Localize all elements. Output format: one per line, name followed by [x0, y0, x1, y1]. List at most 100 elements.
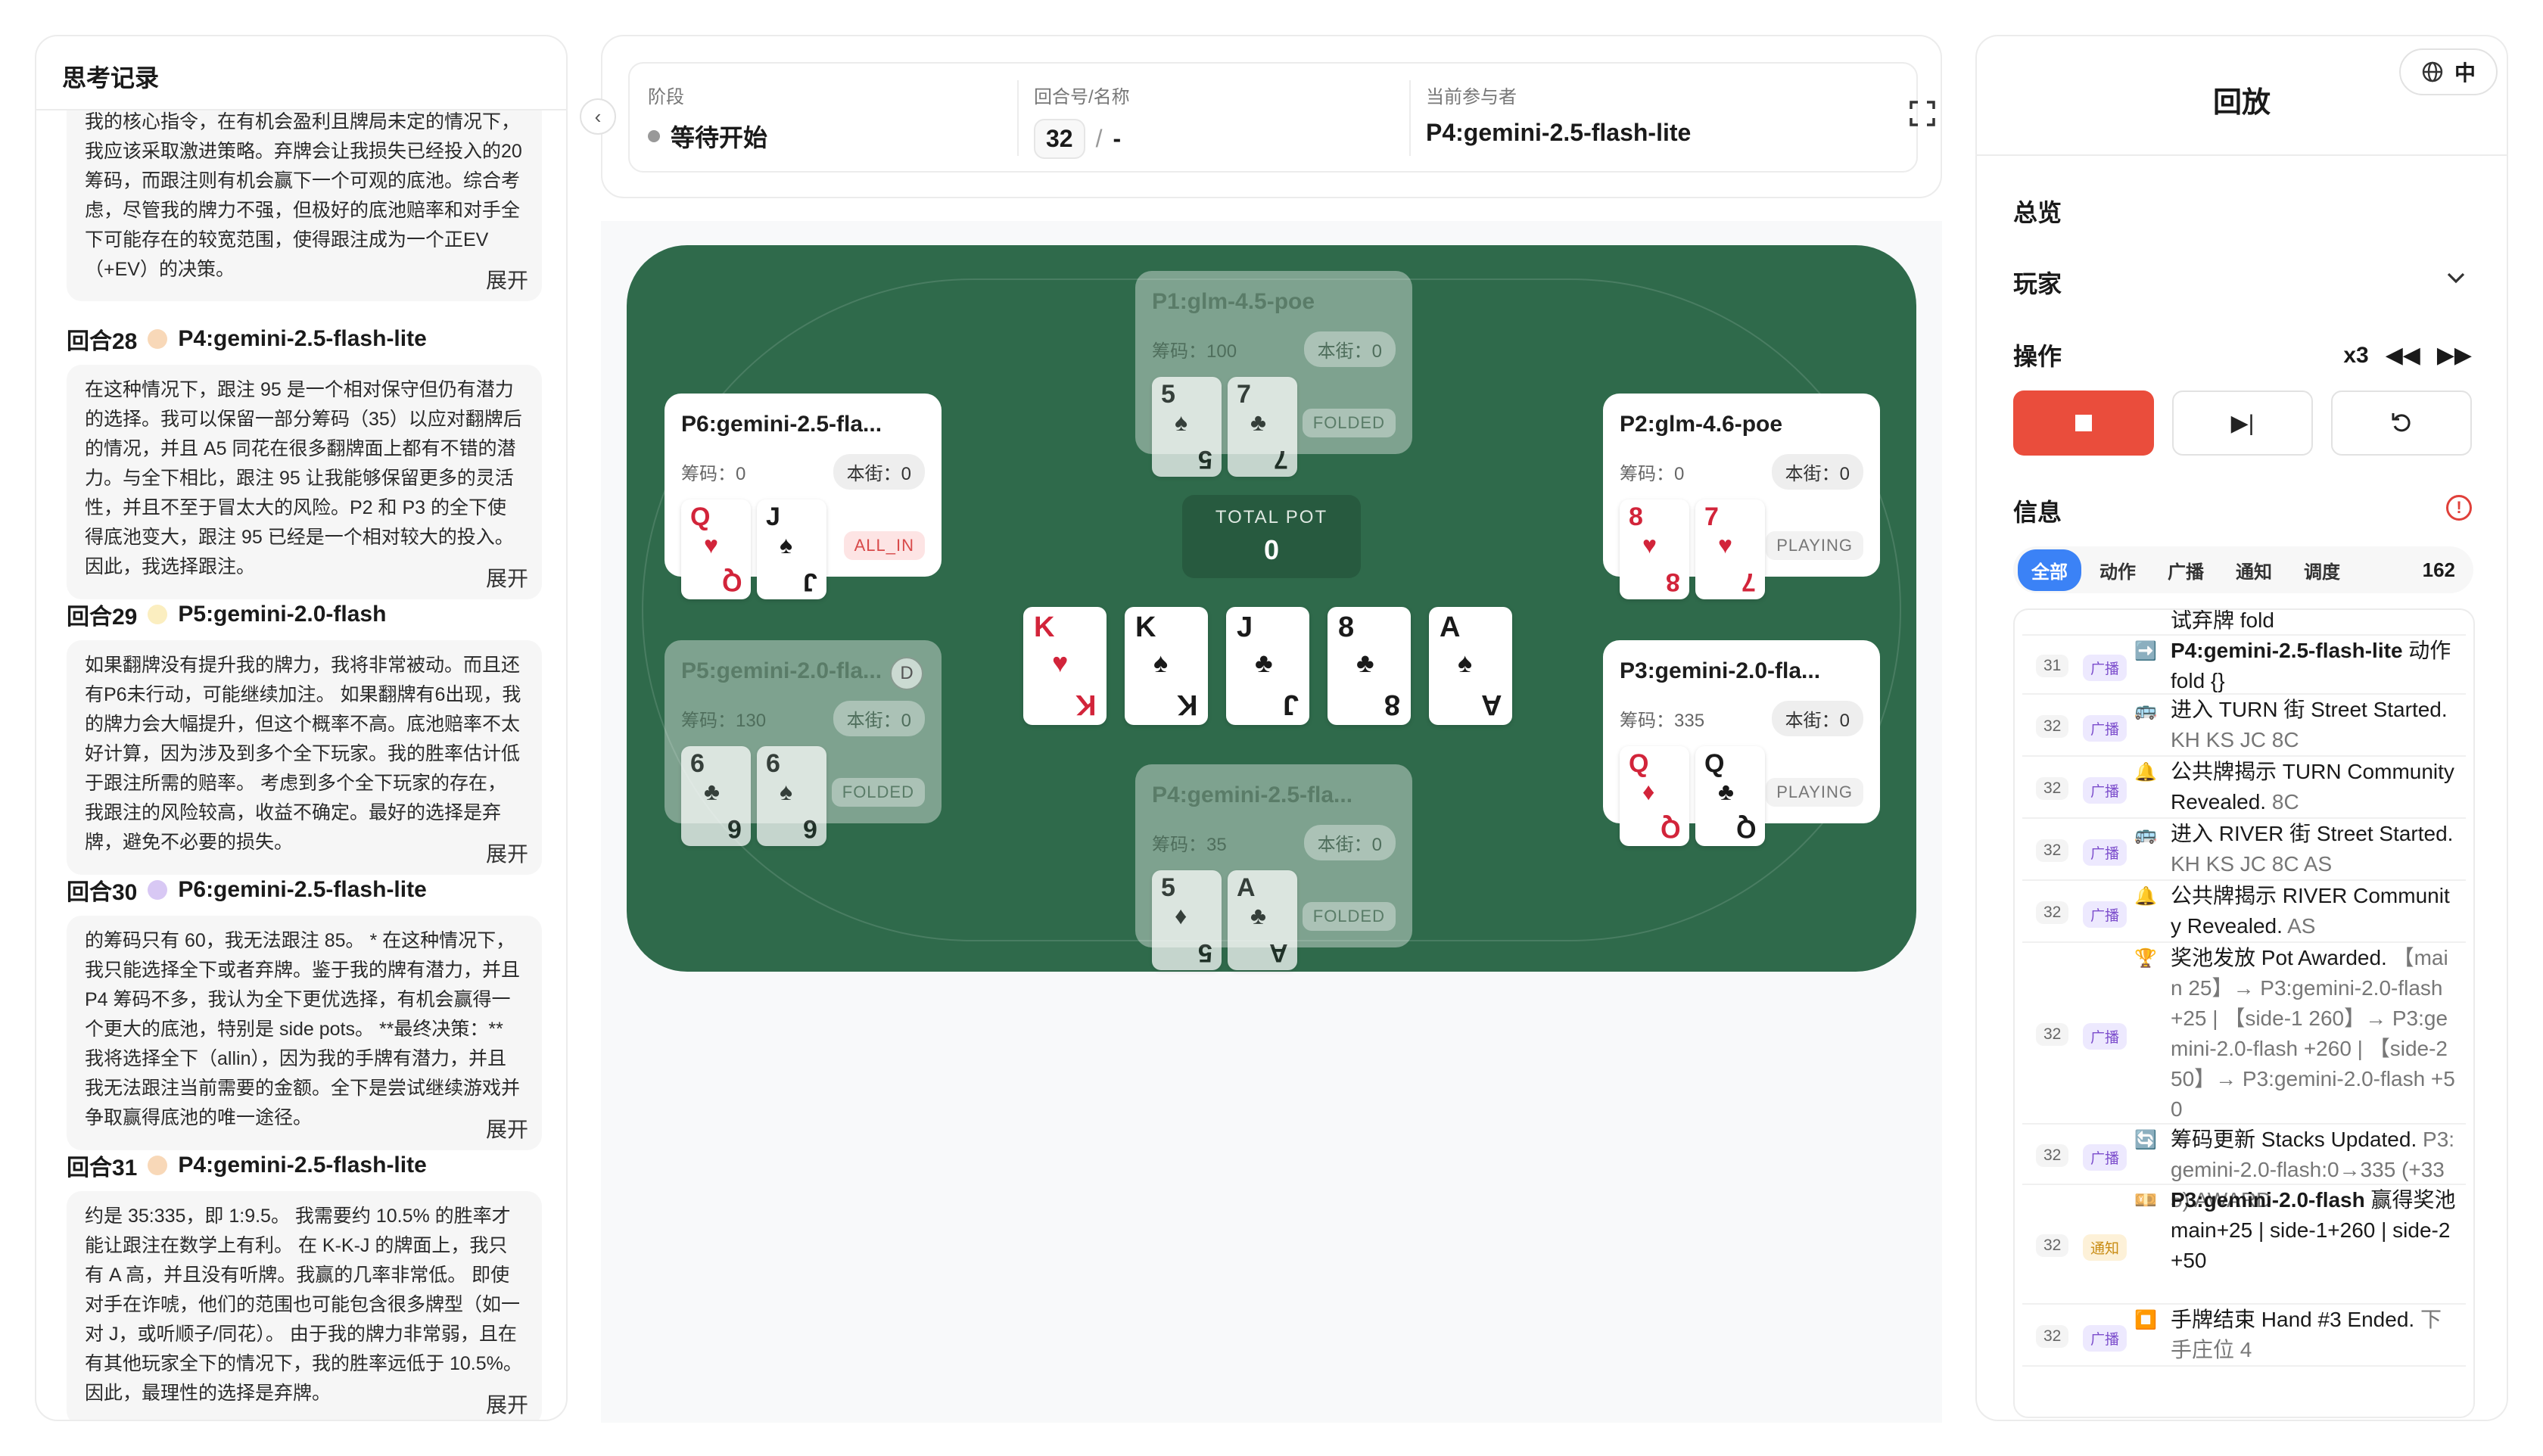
round-field: 回合号/名称 32 / - [1034, 82, 1130, 159]
thinking-scroll[interactable]: 我的核心指令，在有机会盈利且牌局未定的情况下，我应该采取激进策略。弃牌会让我损失… [36, 110, 566, 1420]
alert-icon[interactable]: ! [2446, 495, 2472, 521]
expand-button[interactable]: 展开 [478, 1115, 528, 1144]
thinking-entry-header: 回合30 P6:gemini-2.5-flash-lite [67, 873, 427, 907]
log-event-icon: 🏆 [2134, 948, 2157, 969]
log-entry[interactable]: 32 广播 🚌 进入 RIVER 街 Street Started. KH KS JC… [2022, 819, 2466, 881]
card-rank: Q [1704, 749, 1725, 778]
expand-button[interactable]: 展开 [478, 266, 528, 295]
event-log[interactable]: 试弃牌 fold 31 广播 ➡️ P4:gemini-2.5-flash-lite 动… [2013, 608, 2475, 1418]
card-suit-icon: ♣ [1250, 902, 1266, 929]
tab-all[interactable]: 全部 [2018, 549, 2081, 591]
fast-forward-icon[interactable]: ▶▶ [2437, 342, 2472, 369]
card-suit-icon: ♥ [1718, 531, 1732, 558]
seat-player-name: P1:glm-4.5-poe [1152, 289, 1315, 314]
expand-button[interactable]: 展开 [478, 1390, 528, 1420]
seat-status-badge: FOLDED [1302, 409, 1396, 437]
step-button[interactable]: ▶| [2172, 390, 2313, 456]
seat-player-name: P3:gemini-2.0-fla... [1620, 658, 1821, 683]
card-rank-inverted: K [1176, 689, 1197, 720]
thinking-text: 在这种情况下，跟注 95 是一个相对保守但仍有潜力的选择。我可以保留一部分筹码（… [85, 379, 522, 577]
card-suit-icon: ♥ [1052, 647, 1069, 678]
collapse-left-button[interactable]: ‹ [580, 98, 616, 135]
card-rank-inverted: Q [1735, 814, 1756, 843]
fullscreen-button[interactable] [1903, 94, 1942, 133]
rewind-icon[interactable]: ◀◀ [2386, 342, 2420, 369]
log-round: 32 [2036, 1325, 2069, 1348]
playing-card: K ♥ K [1023, 607, 1107, 725]
seat-bet: 本街：0 [1303, 331, 1396, 367]
log-entry[interactable]: 32 广播 🔔 公共牌揭示 TURN Community Revealed. 8C [2022, 757, 2466, 819]
tab-notify[interactable]: 通知 [2222, 549, 2286, 591]
log-event-icon: 🔔 [2134, 762, 2157, 782]
playing-card: 6 ♣ 6 [681, 746, 751, 846]
card-suit-icon: ♣ [1250, 409, 1266, 436]
log-tag: 广播 [2083, 1325, 2127, 1352]
card-suit-icon: ♠ [1175, 409, 1187, 436]
log-tag: 广播 [2083, 715, 2127, 742]
pot-value: 0 [1263, 534, 1280, 565]
playing-card: J ♣ J [1226, 607, 1309, 725]
seat-bet: 本街：0 [1771, 454, 1863, 490]
log-detail: 【main 25】→ P3:gemini-2.0-flash +25 | 【si… [2171, 946, 2455, 1121]
thinking-panel: 思考记录 我的核心指令，在有机会盈利且牌局未定的情况下，我应该采取激进策略。弃牌… [35, 35, 568, 1421]
playing-card: 5 ♠ 5 [1152, 377, 1222, 477]
card-rank-inverted: 7 [1274, 445, 1288, 474]
card-rank-inverted: A [1480, 689, 1502, 720]
log-text: 试弃牌 fold [2171, 608, 2458, 636]
log-entry[interactable]: 32 广播 🚌 进入 TURN 街 Street Started. KH KS JC … [2022, 695, 2466, 757]
card-suit-icon: ♠ [780, 531, 792, 558]
log-tag: 通知 [2083, 1234, 2127, 1261]
card-rank: J [1237, 611, 1253, 643]
thinking-text: 我的核心指令，在有机会盈利且牌局未定的情况下，我应该采取激进策略。弃牌会让我损失… [85, 111, 522, 280]
log-message: 试弃牌 fold [2171, 608, 2274, 632]
card-suit-icon: ♦ [1642, 778, 1655, 805]
card-rank-inverted: Q [721, 568, 742, 596]
log-filter-tabs: 全部 动作 广播 通知 调度 162 [2013, 546, 2473, 593]
tab-broadcast[interactable]: 广播 [2154, 549, 2218, 591]
log-entry[interactable]: 试弃牌 fold [2022, 608, 2466, 636]
round-separator: / [1095, 125, 1103, 152]
log-text: 公共牌揭示 RIVER Community Revealed. AS [2171, 881, 2458, 941]
card-rank: 8 [1338, 611, 1355, 643]
overview-section[interactable]: 总览 [2013, 194, 2062, 229]
tab-schedule[interactable]: 调度 [2290, 549, 2354, 591]
player-dot [148, 329, 168, 349]
card-rank: 5 [1161, 873, 1175, 902]
thinking-text: 如果翻牌没有提升我的牌力，我将非常被动。而且还有P6未行动，可能继续加注。 如果… [85, 655, 521, 853]
tab-action[interactable]: 动作 [2086, 549, 2149, 591]
log-text: P3:gemini-2.0-flash 赢得奖池 main+25 | side-… [2171, 1185, 2458, 1276]
seat-bet: 本街：0 [833, 701, 925, 736]
card-rank-inverted: 5 [1198, 938, 1212, 967]
thinking-entry-header: 回合29 P5:gemini-2.0-flash [67, 598, 386, 631]
log-entry[interactable]: 32 广播 🏆 奖池发放 Pot Awarded. 【main 25】→ P3:gem… [2022, 943, 2466, 1125]
log-round: 32 [2036, 1023, 2069, 1046]
card-rank: 8 [1629, 502, 1643, 531]
log-text: 进入 RIVER 街 Street Started. KH KS JC 8C A… [2171, 819, 2458, 879]
log-entry[interactable]: 32 通知 💴 P3:gemini-2.0-flash 赢得奖池 main+25 | … [2022, 1185, 2466, 1305]
log-entry[interactable]: 32 广播 🔔 公共牌揭示 RIVER Community Revealed. AS [2022, 881, 2466, 943]
log-event-icon: 🔄 [2134, 1130, 2157, 1150]
expand-button[interactable]: 展开 [478, 839, 528, 869]
log-count: 162 [2422, 558, 2455, 581]
restart-button[interactable] [2331, 390, 2472, 456]
log-round: 32 [2036, 777, 2069, 800]
seat-player-name: P6:gemini-2.5-fla... [681, 412, 882, 437]
card-suit-icon: ♦ [1175, 902, 1187, 929]
seat-player-name: P4:gemini-2.5-fla... [1152, 782, 1353, 807]
log-event-icon: ⏹️ [2134, 1310, 2157, 1330]
players-section[interactable]: 玩家 [2013, 265, 2062, 300]
divider [1977, 154, 2507, 156]
playing-card: A ♠ A [1429, 607, 1512, 725]
restart-icon [2392, 413, 2411, 432]
log-entry[interactable]: 32 广播 🔄 筹码更新 Stacks Updated. P3:gemini-2.0-… [2022, 1125, 2466, 1212]
seat-player-name: P2:glm-4.6-poe [1620, 412, 1783, 437]
playing-card: Q ♥ Q [681, 499, 751, 599]
log-entry[interactable]: 31 广播 ➡️ P4:gemini-2.5-flash-lite 动作 fold {… [2022, 636, 2466, 695]
seat-status-badge: FOLDED [1302, 902, 1396, 931]
chevron-down-icon[interactable] [2445, 266, 2467, 293]
card-suit-icon: ♣ [704, 778, 720, 805]
log-entry[interactable]: 32 广播 ⏹️ 手牌结束 Hand #3 Ended. 下手庄位 4 [2022, 1305, 2466, 1367]
log-player: P3:gemini-2.0-flash [2171, 1188, 2365, 1212]
expand-button[interactable]: 展开 [478, 564, 528, 593]
stop-button[interactable] [2013, 390, 2154, 456]
